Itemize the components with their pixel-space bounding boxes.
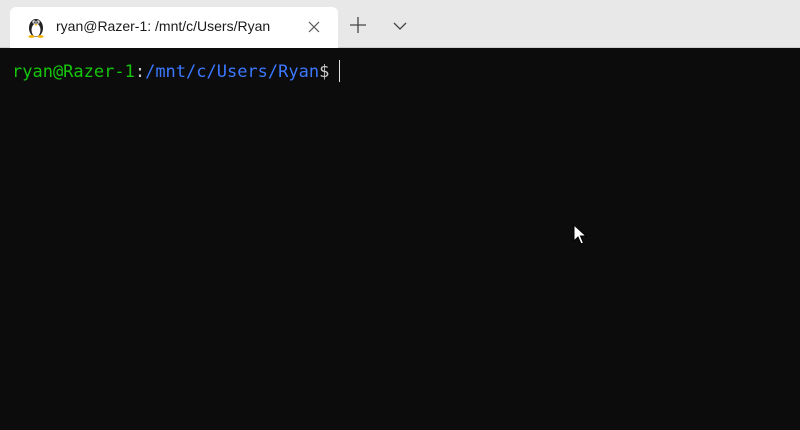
- prompt-symbol: $: [319, 62, 330, 82]
- prompt-user-host: ryan@Razer-1: [12, 62, 135, 82]
- plus-icon[interactable]: [344, 12, 372, 40]
- tab-title: ryan@Razer-1: /mnt/c/Users/Ryan: [56, 18, 271, 34]
- mouse-pointer-icon: [573, 223, 588, 246]
- title-bar: ryan@Razer-1: /mnt/c/Users/Ryan: [0, 0, 800, 48]
- terminal-output[interactable]: ryan@Razer-1:/mnt/c/Users/Ryan$: [0, 48, 800, 430]
- terminal-window: ryan@Razer-1: /mnt/c/Users/Ryan ryan@Raz…: [0, 0, 800, 430]
- prompt-path: /mnt/c/Users/Ryan: [145, 62, 320, 82]
- linux-penguin-icon: [26, 16, 46, 38]
- text-cursor: [339, 60, 341, 82]
- chevron-down-icon[interactable]: [386, 12, 414, 40]
- close-icon[interactable]: [306, 19, 322, 35]
- prompt-line: ryan@Razer-1:/mnt/c/Users/Ryan$: [12, 60, 341, 84]
- tab-active[interactable]: ryan@Razer-1: /mnt/c/Users/Ryan: [10, 7, 338, 48]
- prompt-separator: :: [134, 62, 146, 82]
